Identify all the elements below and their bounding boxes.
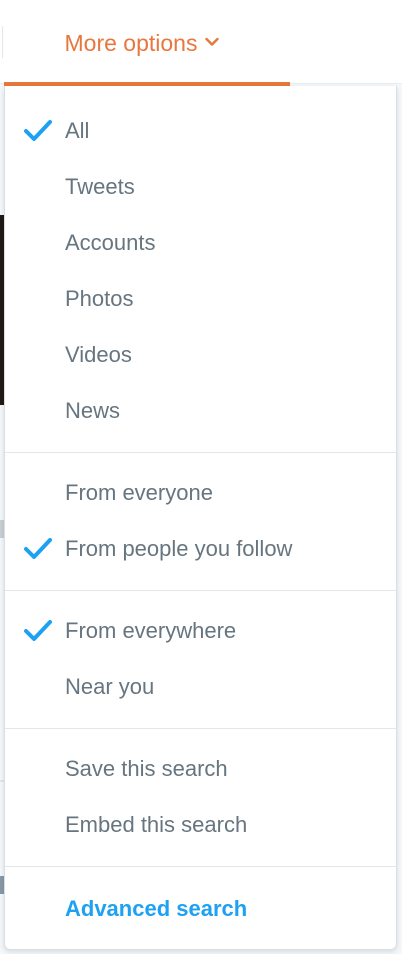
menu-item-label: From everywhere bbox=[65, 618, 237, 643]
menu-item-from-everyone[interactable]: From everyone bbox=[5, 469, 396, 517]
menu-item-label: Embed this search bbox=[65, 812, 248, 837]
menu-item-embed-search[interactable]: Embed this search bbox=[5, 801, 396, 849]
advanced-search-label: Advanced search bbox=[65, 896, 248, 921]
more-options-label: More options bbox=[64, 29, 198, 56]
menu-item-tweets[interactable]: Tweets bbox=[5, 163, 396, 211]
menu-item-label: Save this search bbox=[65, 756, 228, 781]
menu-item-label: From people you follow bbox=[65, 536, 293, 561]
menu-item-label: All bbox=[65, 118, 90, 143]
menu-item-save-search[interactable]: Save this search bbox=[5, 745, 396, 793]
menu-divider bbox=[5, 452, 396, 453]
tab-separator bbox=[2, 26, 3, 58]
menu-item-accounts[interactable]: Accounts bbox=[5, 219, 396, 267]
menu-divider bbox=[5, 728, 396, 729]
menu-item-from-people-you-follow[interactable]: From people you follow bbox=[5, 525, 396, 573]
checkmark-icon bbox=[23, 119, 53, 143]
advanced-search-link[interactable]: Advanced search bbox=[5, 885, 396, 933]
menu-item-photos[interactable]: Photos bbox=[5, 275, 396, 323]
menu-item-label: From everyone bbox=[65, 480, 213, 505]
menu-item-label: Photos bbox=[65, 286, 134, 311]
menu-item-label: Tweets bbox=[65, 174, 135, 199]
search-nav-bar: More options bbox=[0, 0, 402, 86]
menu-item-label: Videos bbox=[65, 342, 132, 367]
menu-item-news[interactable]: News bbox=[5, 387, 396, 435]
menu-item-label: Accounts bbox=[65, 230, 156, 255]
checkmark-icon bbox=[23, 537, 53, 561]
more-options-tab[interactable]: More options bbox=[4, 0, 290, 86]
menu-divider bbox=[5, 590, 396, 591]
chevron-down-icon bbox=[205, 34, 220, 52]
menu-item-label: News bbox=[65, 398, 121, 423]
menu-item-near-you[interactable]: Near you bbox=[5, 663, 396, 711]
search-page: More options All Tweets Accounts Photos … bbox=[0, 0, 402, 954]
checkmark-icon bbox=[23, 619, 53, 643]
more-options-dropdown: All Tweets Accounts Photos Videos News F… bbox=[4, 86, 397, 950]
menu-item-label: Near you bbox=[65, 674, 155, 699]
menu-item-videos[interactable]: Videos bbox=[5, 331, 396, 379]
menu-item-from-everywhere[interactable]: From everywhere bbox=[5, 607, 396, 655]
menu-divider bbox=[5, 866, 396, 867]
menu-item-all[interactable]: All bbox=[5, 107, 396, 155]
